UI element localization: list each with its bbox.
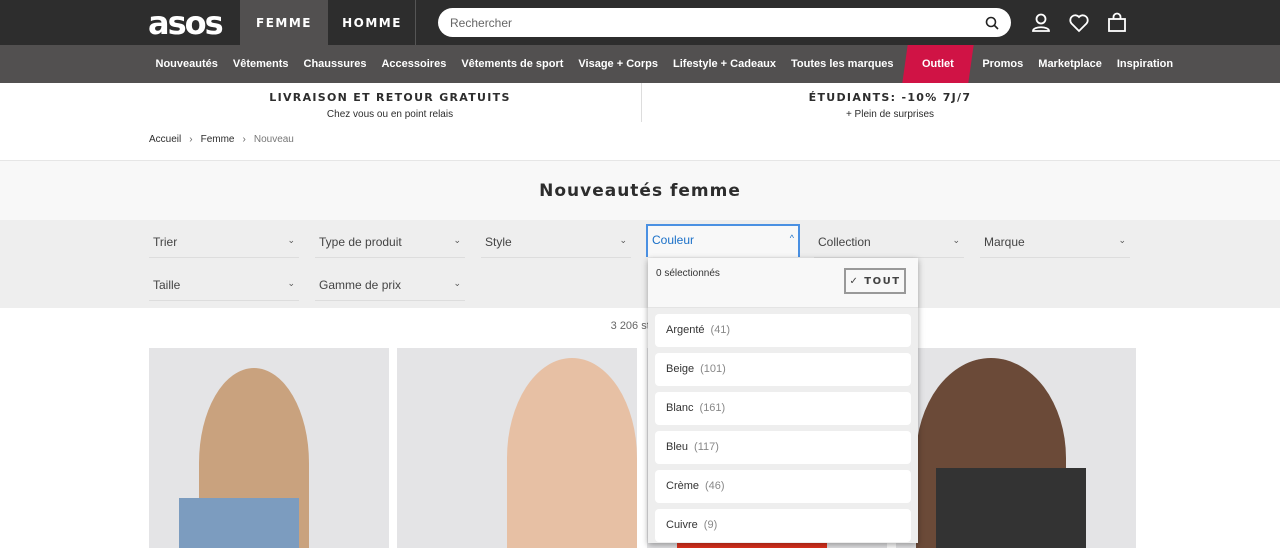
nav-lifestyle[interactable]: Lifestyle + Cadeaux <box>666 45 784 83</box>
promo-title: ÉTUDIANTS: -10% 7J/7 <box>808 91 972 104</box>
promo-delivery[interactable]: LIVRAISON ET RETOUR GRATUITS Chez vous ou… <box>145 91 635 122</box>
heart-icon[interactable] <box>1068 12 1090 34</box>
option-name: Argenté <box>666 324 705 336</box>
bag-icon[interactable] <box>1106 12 1128 34</box>
filter-label: Type de produit <box>319 235 402 249</box>
color-option-blanc[interactable]: Blanc (161) <box>655 392 911 425</box>
product-card[interactable] <box>149 348 389 548</box>
option-count: (101) <box>700 363 726 375</box>
product-image-detail <box>936 468 1086 548</box>
option-name: Crème <box>666 480 700 492</box>
filter-label: Gamme de prix <box>319 278 402 292</box>
product-image <box>507 358 637 548</box>
filter-couleur[interactable]: Couleur ^ <box>646 224 800 257</box>
option-count: (161) <box>699 402 726 414</box>
filter-label: Collection <box>818 235 871 249</box>
selected-count: 0 sélectionnés <box>656 268 720 279</box>
promo-title: LIVRAISON ET RETOUR GRATUITS <box>269 91 511 104</box>
color-option-argente[interactable]: Argenté (41) <box>655 314 911 347</box>
filter-label: Trier <box>153 235 178 249</box>
select-all-button[interactable]: ✓ TOUT <box>844 268 906 294</box>
chevron-down-icon: ⌄ <box>287 235 295 245</box>
nav-visage-corps[interactable]: Visage + Corps <box>571 45 666 83</box>
filter-bar: Trier ⌄ Type de produit ⌄ Style ⌄ Couleur ^ … <box>0 220 1280 308</box>
dropdown-header: 0 sélectionnés ✓ TOUT <box>648 258 918 308</box>
nav-accessoires[interactable]: Accessoires <box>374 45 454 83</box>
chevron-down-icon: ⌄ <box>453 235 461 245</box>
search-input[interactable] <box>450 15 985 30</box>
top-bar: asos FEMME HOMME <box>0 0 1280 45</box>
nav-outlet-label: Outlet <box>922 58 954 70</box>
color-option-creme[interactable]: Crème (46) <box>655 470 911 503</box>
nav-vetements-sport[interactable]: Vêtements de sport <box>454 45 571 83</box>
product-card[interactable] <box>397 348 637 548</box>
nav-outlet[interactable]: Outlet <box>902 45 974 83</box>
option-name: Cuivre <box>666 519 698 531</box>
nav-marques[interactable]: Toutes les marques <box>784 45 902 83</box>
page-title: Nouveautés femme <box>0 160 1280 220</box>
option-name: Blanc <box>666 402 694 414</box>
nav-nouveautes[interactable]: Nouveautés <box>148 45 225 83</box>
filter-label: Couleur <box>652 233 695 247</box>
nav-vetements[interactable]: Vêtements <box>225 45 296 83</box>
divider <box>415 0 416 45</box>
nav-chaussures[interactable]: Chaussures <box>296 45 374 83</box>
filter-label: Marque <box>984 235 1025 249</box>
option-count: (41) <box>710 324 731 336</box>
asos-logo[interactable]: asos <box>148 4 224 42</box>
filter-label: Taille <box>153 278 181 292</box>
breadcrumb-femme[interactable]: Femme <box>201 134 235 145</box>
promo-students[interactable]: ÉTUDIANTS: -10% 7J/7 + Plein de surprises <box>645 91 1135 122</box>
product-card[interactable] <box>896 348 1136 548</box>
filter-taille[interactable]: Taille ⌄ <box>149 271 299 301</box>
option-name: Bleu <box>666 441 689 453</box>
search-bar[interactable] <box>438 8 1011 37</box>
category-nav: Nouveautés Vêtements Chaussures Accessoi… <box>0 45 1280 83</box>
chevron-down-icon: ⌄ <box>453 278 461 288</box>
results-count: 3 206 styles <box>610 320 670 332</box>
breadcrumb: Accueil › Femme › Nouveau <box>149 134 294 145</box>
product-image-detail <box>179 498 299 548</box>
promo-subtitle: Chez vous ou en point relais <box>326 109 454 120</box>
option-count: (46) <box>705 480 725 492</box>
divider <box>641 83 642 122</box>
filter-marque[interactable]: Marque ⌄ <box>980 228 1130 258</box>
color-option-cuivre[interactable]: Cuivre (9) <box>655 509 911 542</box>
tab-homme[interactable]: HOMME <box>328 0 416 45</box>
chevron-down-icon: ⌄ <box>952 235 960 245</box>
nav-marketplace[interactable]: Marketplace <box>1031 45 1110 83</box>
breadcrumb-accueil[interactable]: Accueil <box>149 134 181 145</box>
filter-type-produit[interactable]: Type de produit ⌄ <box>315 228 465 258</box>
chevron-up-icon: ^ <box>789 233 794 243</box>
option-name: Beige <box>666 363 695 375</box>
chevron-down-icon: ⌄ <box>287 278 295 288</box>
color-option-beige[interactable]: Beige (101) <box>655 353 911 386</box>
filter-label: Style <box>485 235 512 249</box>
filter-collection[interactable]: Collection ⌄ <box>814 228 964 258</box>
nav-inspiration[interactable]: Inspiration <box>1109 45 1180 83</box>
chevron-down-icon: ⌄ <box>1118 235 1126 245</box>
filter-style[interactable]: Style ⌄ <box>481 228 631 258</box>
breadcrumb-current: Nouveau <box>253 134 294 145</box>
filter-trier[interactable]: Trier ⌄ <box>149 228 299 258</box>
option-count: (9) <box>703 519 718 531</box>
filter-gamme-prix[interactable]: Gamme de prix ⌄ <box>315 271 465 301</box>
search-icon[interactable] <box>985 16 999 30</box>
tab-femme[interactable]: FEMME <box>240 0 328 45</box>
nav-promos[interactable]: Promos <box>975 45 1031 83</box>
promo-banner: LIVRAISON ET RETOUR GRATUITS Chez vous ou… <box>0 83 1280 122</box>
promo-subtitle: + Plein de surprises <box>845 109 935 120</box>
option-count: (117) <box>694 441 719 453</box>
color-dropdown: 0 sélectionnés ✓ TOUT Argenté (41) Beige (… <box>648 258 918 543</box>
account-icon[interactable] <box>1030 12 1052 34</box>
chevron-down-icon: ⌄ <box>619 235 627 245</box>
color-option-bleu[interactable]: Bleu (117) <box>655 431 911 464</box>
